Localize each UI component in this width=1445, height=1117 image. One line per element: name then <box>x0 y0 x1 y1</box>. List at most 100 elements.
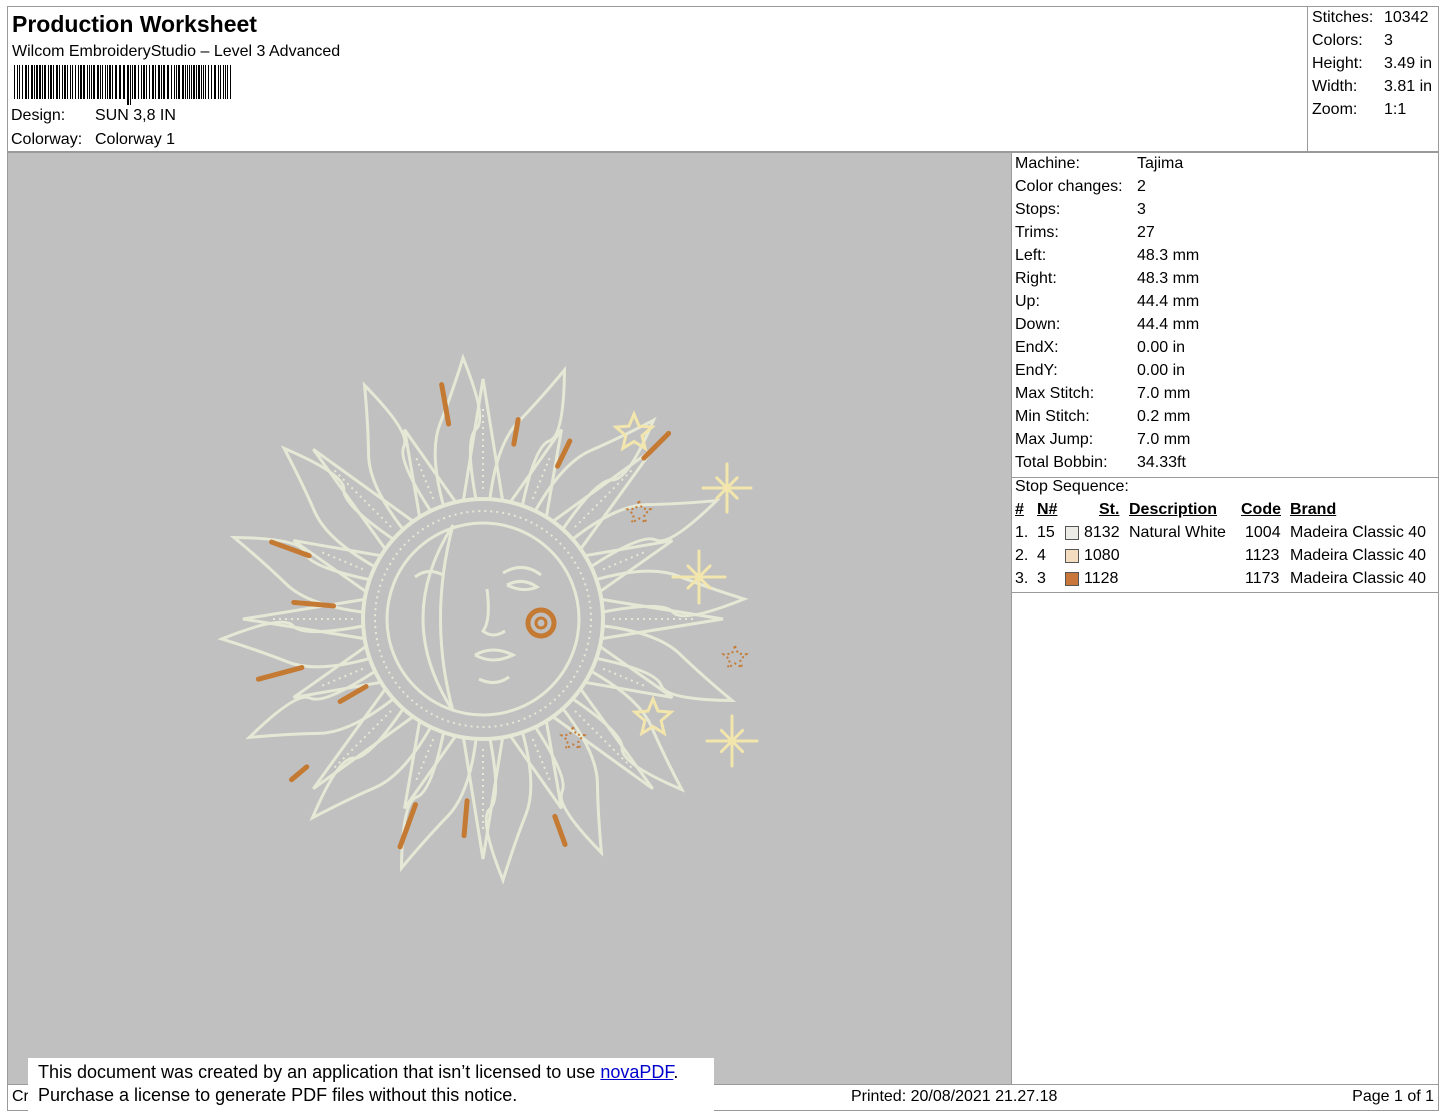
star-icon <box>631 695 675 737</box>
col-header-index: # <box>1015 501 1024 518</box>
orange-dash <box>255 665 305 682</box>
property-row: Stops: 3 <box>1015 201 1146 219</box>
property-value: 0.2 mm <box>1137 408 1191 425</box>
sparkle-icon <box>725 476 739 490</box>
property-label: Stops: <box>1015 201 1061 218</box>
sparkle-icon <box>715 486 729 500</box>
license-notice: This document was created by an applicat… <box>28 1058 714 1112</box>
worksheet-header: Production Worksheet Wilcom EmbroiderySt… <box>7 6 1308 152</box>
summary-stitches: Stitches: 10342 <box>1312 9 1429 27</box>
seq-needle: 3 <box>1037 570 1046 587</box>
seq-stitches: 8132 <box>1084 524 1120 541</box>
printed-timestamp: Printed: 20/08/2021 21.27.18 <box>851 1088 1058 1105</box>
sun-disc <box>361 497 605 741</box>
software-subtitle: Wilcom EmbroideryStudio – Level 3 Advanc… <box>12 43 341 60</box>
col-header-brand: Brand <box>1290 501 1337 518</box>
property-row: Machine: Tajima <box>1015 155 1183 173</box>
property-row: EndX: 0.00 in <box>1015 339 1185 357</box>
property-row: Left: 48.3 mm <box>1015 247 1199 265</box>
summary-height: Height: 3.49 in <box>1312 55 1432 73</box>
summary-value: 10342 <box>1384 9 1429 26</box>
seq-needle: 15 <box>1037 524 1055 541</box>
sparkle-icon <box>715 476 729 490</box>
seq-stitches: 1080 <box>1084 547 1120 564</box>
color-swatch <box>1065 526 1079 540</box>
property-value: 3 <box>1137 201 1146 218</box>
property-row: Color changes: 2 <box>1015 178 1146 196</box>
property-label: Up: <box>1015 293 1040 310</box>
property-value: Tajima <box>1137 155 1184 172</box>
seq-brand: Madeira Classic 40 <box>1290 547 1427 564</box>
property-label: Right: <box>1015 270 1057 287</box>
sparkle-icon <box>719 739 734 754</box>
design-summary: Stitches: 10342 Colors: 3 Height: 3.49 in W… <box>1307 6 1439 152</box>
summary-width: Width: 3.81 in <box>1312 78 1432 96</box>
property-value: 48.3 mm <box>1137 247 1200 264</box>
sun-moon-embroidery-design <box>217 353 759 885</box>
property-label: EndY: <box>1015 362 1058 379</box>
summary-label: Stitches: <box>1312 9 1374 26</box>
property-row: Total Bobbin: 34.33ft <box>1015 454 1186 472</box>
orange-dash <box>552 813 568 848</box>
novapdf-link[interactable]: novaPDF <box>600 1062 673 1082</box>
property-value: 0.00 in <box>1137 339 1186 356</box>
orange-dash <box>511 417 521 447</box>
seq-brand: Madeira Classic 40 <box>1290 524 1427 541</box>
seq-needle: 4 <box>1037 547 1046 564</box>
property-value: 44.4 mm <box>1137 316 1200 333</box>
design-value: SUN 3,8 IN <box>95 107 176 124</box>
seq-code: 1004 <box>1245 524 1281 541</box>
properties-panel: Machine: Tajima Color changes: 2 Stops: 3 Trim… <box>1012 152 1439 1085</box>
property-value: 7.0 mm <box>1137 431 1191 448</box>
property-label: Max Jump: <box>1015 431 1094 448</box>
sparkle-icon <box>719 728 734 743</box>
page-number: Page 1 of 1 <box>1352 1088 1434 1105</box>
summary-value: 3.81 in <box>1384 78 1433 95</box>
property-row: Up: 44.4 mm <box>1015 293 1199 311</box>
colorway-value: Colorway 1 <box>95 131 176 148</box>
col-header-n: N# <box>1037 501 1058 518</box>
design-preview <box>7 152 1012 1085</box>
property-row: Trims: 27 <box>1015 224 1155 242</box>
seq-description: Natural White <box>1129 524 1226 541</box>
sparkle-icon <box>730 728 745 743</box>
divider <box>1012 592 1439 593</box>
color-swatch <box>1065 572 1079 586</box>
summary-label: Width: <box>1312 78 1358 95</box>
summary-label: Height: <box>1312 55 1363 72</box>
sparkle-icon <box>730 739 745 754</box>
orange-dash <box>288 764 310 783</box>
property-label: Down: <box>1015 316 1061 333</box>
seq-stitches: 1128 <box>1084 570 1119 587</box>
sparkle-icon <box>697 564 712 579</box>
color-swatch <box>1065 549 1079 563</box>
notice-line-2: Purchase a license to generate PDF files… <box>38 1085 518 1105</box>
seq-code: 1123 <box>1245 547 1280 564</box>
property-value: 34.33ft <box>1137 454 1186 471</box>
colorway-label: Colorway: <box>11 131 83 148</box>
property-label: Total Bobbin: <box>1015 454 1108 471</box>
property-value: 27 <box>1137 224 1155 241</box>
property-value: 0.00 in <box>1137 362 1186 379</box>
property-label: EndX: <box>1015 339 1059 356</box>
design-label: Design: <box>11 107 66 124</box>
property-row: Max Stitch: 7.0 mm <box>1015 385 1190 403</box>
property-row: EndY: 0.00 in <box>1015 362 1185 380</box>
seq-index: 2. <box>1015 547 1029 564</box>
summary-label: Colors: <box>1312 32 1363 49</box>
property-value: 2 <box>1137 178 1146 195</box>
sparkle-icon <box>686 564 701 579</box>
property-row: Max Jump: 7.0 mm <box>1015 431 1190 449</box>
summary-value: 3 <box>1384 32 1393 49</box>
property-value: 7.0 mm <box>1137 385 1191 402</box>
colorway-row: Colorway: Colorway 1 <box>11 131 175 149</box>
summary-value: 1:1 <box>1384 101 1407 118</box>
col-header-code: Code <box>1241 501 1281 518</box>
notice-line-1: This document was created by an applicat… <box>38 1061 714 1084</box>
footer-left-text: Cr <box>12 1088 29 1105</box>
sparkle-icon <box>725 486 739 500</box>
summary-zoom: Zoom: 1:1 <box>1312 101 1406 119</box>
property-row: Min Stitch: 0.2 mm <box>1015 408 1190 426</box>
summary-label: Zoom: <box>1312 101 1358 118</box>
seq-brand: Madeira Classic 40 <box>1290 570 1427 587</box>
